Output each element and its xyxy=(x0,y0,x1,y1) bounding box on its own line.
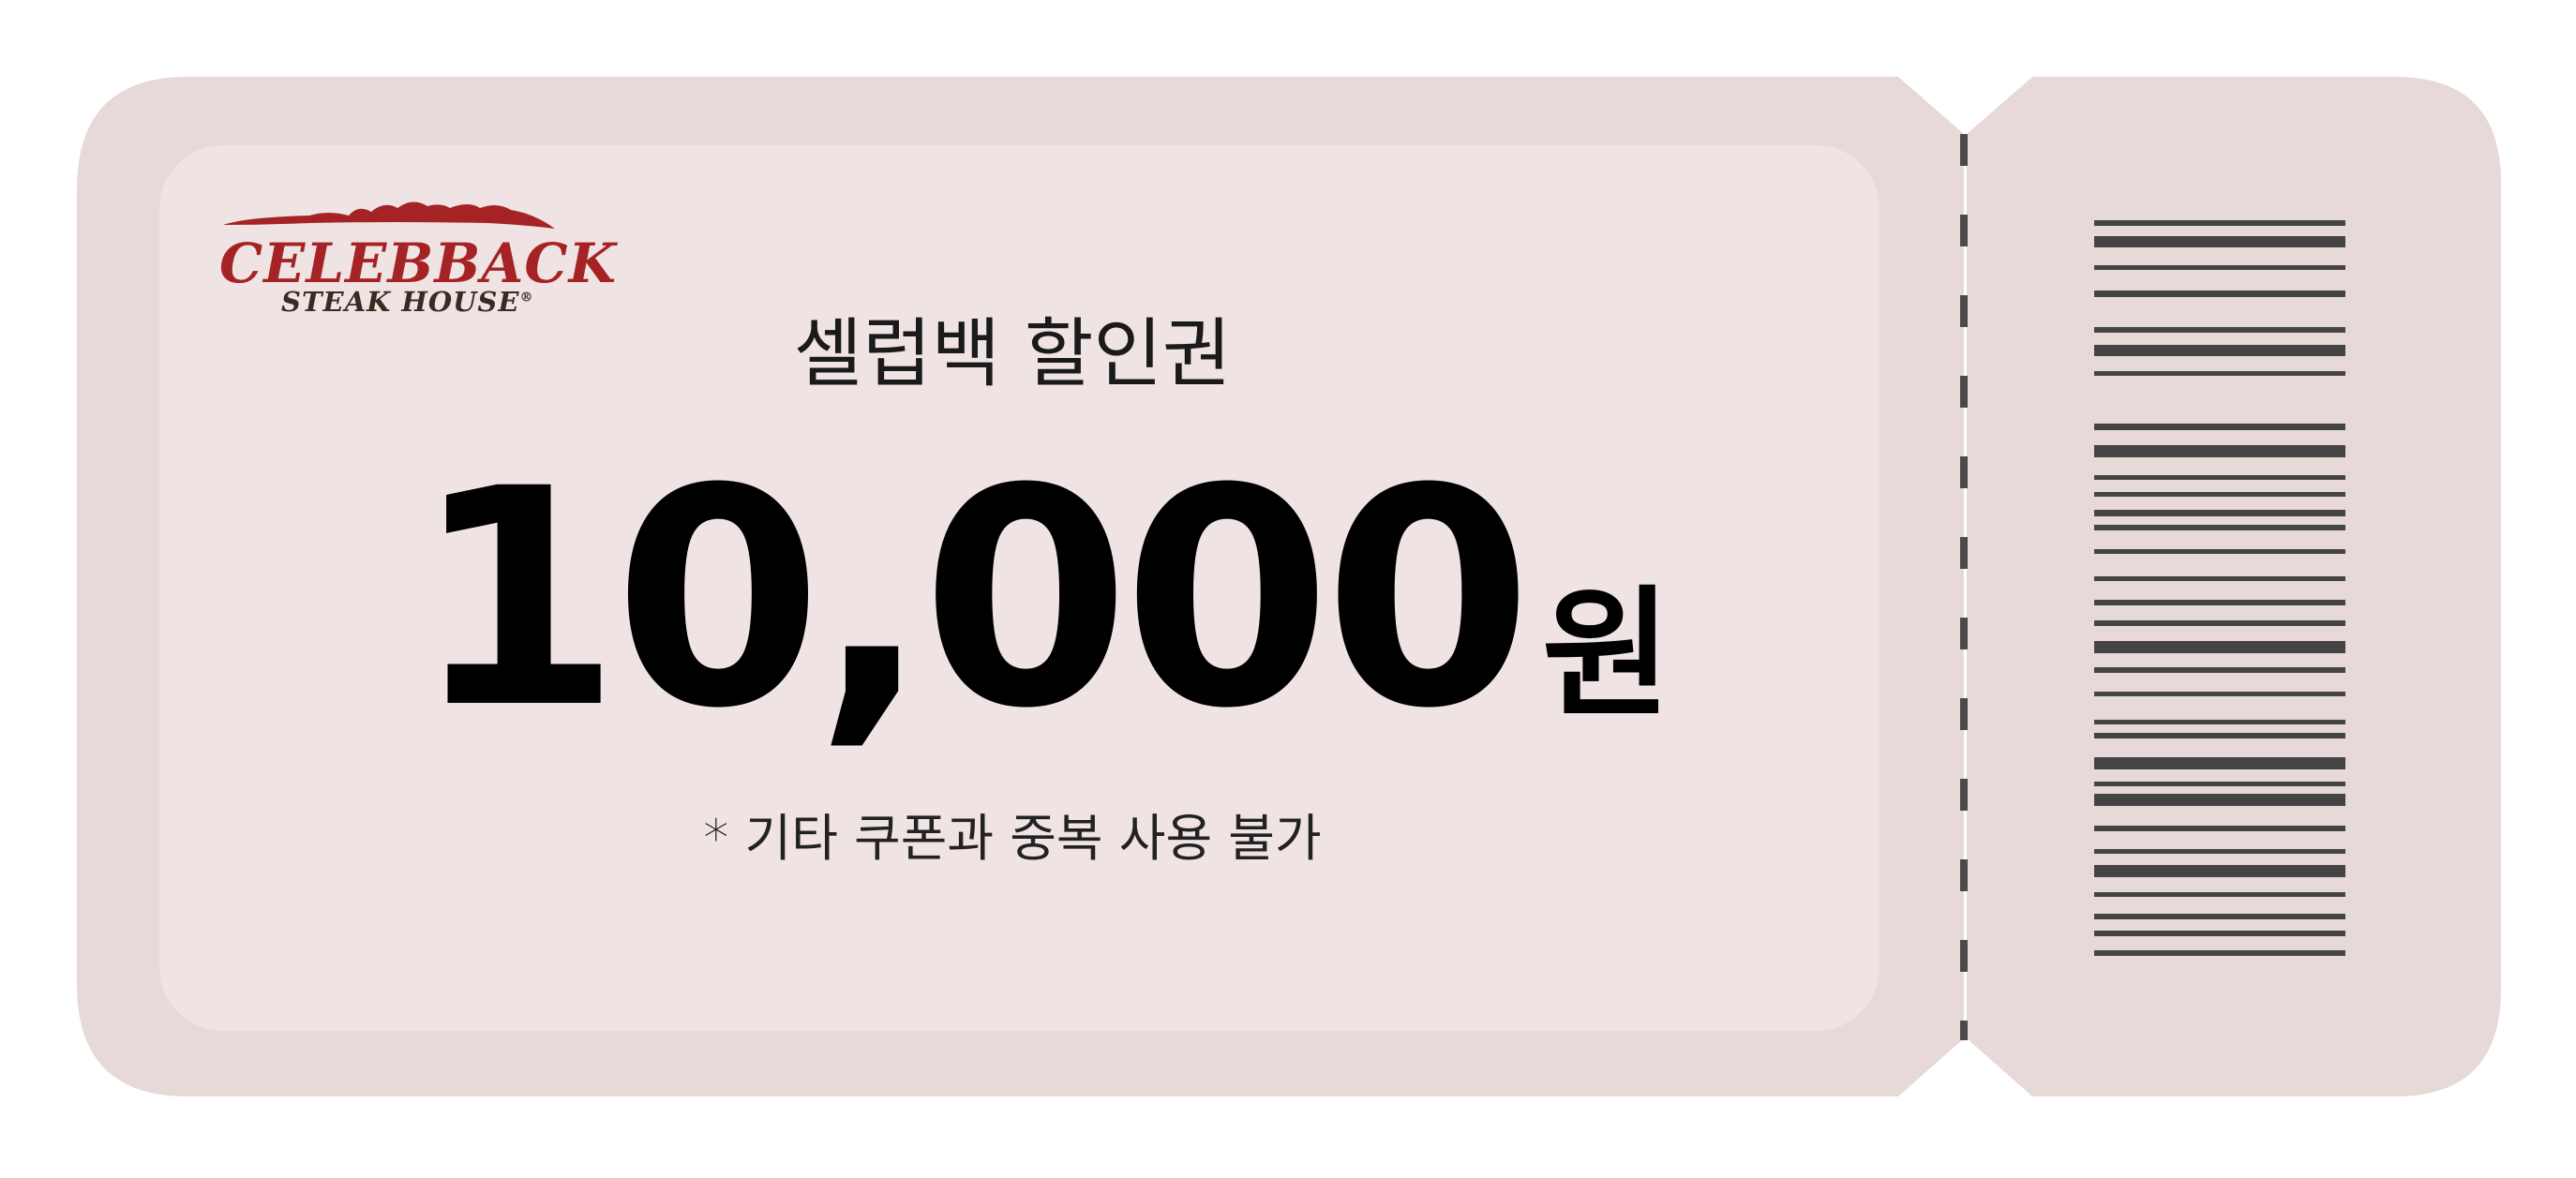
barcode-bar xyxy=(2094,757,2345,769)
coupon-title: 셀럽백 할인권 xyxy=(793,310,1232,397)
amount-currency: 원 xyxy=(1541,574,1671,737)
barcode-bar xyxy=(2094,914,2345,919)
barcode-bar xyxy=(2094,220,2345,226)
barcode-bar xyxy=(2094,576,2345,581)
barcode-bar xyxy=(2094,641,2345,653)
barcode-bar xyxy=(2094,345,2345,356)
registered-mark: ® xyxy=(519,290,534,306)
barcode-bar xyxy=(2094,865,2345,877)
barcode-bar xyxy=(2094,525,2345,530)
celebback-logo: CELEBBACK STEAK HOUSE® xyxy=(216,195,616,317)
barcode-bar xyxy=(2094,826,2345,831)
barcode-bar xyxy=(2094,327,2345,333)
barcode-bar xyxy=(2094,849,2345,854)
barcode-bar xyxy=(2094,291,2345,297)
barcode-bar xyxy=(2094,424,2345,430)
barcode-bar xyxy=(2094,931,2345,936)
coupon-amount: 10,000 원 xyxy=(412,450,1671,750)
ticket-stub xyxy=(1967,77,2501,1096)
barcode-bar xyxy=(2094,445,2345,457)
barcode-bar xyxy=(2094,549,2345,554)
barcode-bar xyxy=(2094,720,2345,724)
barcode-bar xyxy=(2094,475,2345,480)
barcode-bar xyxy=(2094,510,2345,516)
barcode-bar xyxy=(2094,371,2345,376)
logo-subtitle: STEAK HOUSE® xyxy=(281,289,533,316)
barcode-bar xyxy=(2094,236,2345,247)
barcode-bar xyxy=(2094,492,2345,497)
coupon-ticket: CELEBBACK STEAK HOUSE® 셀럽백 할인권 10,000 원 … xyxy=(0,0,2576,1178)
barcode-bar xyxy=(2094,733,2345,738)
barcode-bar xyxy=(2094,950,2345,956)
logo-subtitle-text: STEAK HOUSE xyxy=(281,286,520,318)
amount-value: 10,000 xyxy=(412,425,1533,774)
barcode-bar xyxy=(2094,892,2345,897)
logo-brand-name: CELEBBACK xyxy=(219,231,617,295)
barcode-bar xyxy=(2094,620,2345,626)
barcode-bar xyxy=(2094,794,2345,806)
barcode-bar xyxy=(2094,667,2345,673)
barcode-bar xyxy=(2094,265,2345,270)
barcode-bar xyxy=(2094,600,2345,605)
barcode-bar xyxy=(2094,782,2345,786)
usage-notice: * 기타 쿠폰과 중복 사용 불가 xyxy=(703,809,1322,868)
barcode-bar xyxy=(2094,692,2345,696)
